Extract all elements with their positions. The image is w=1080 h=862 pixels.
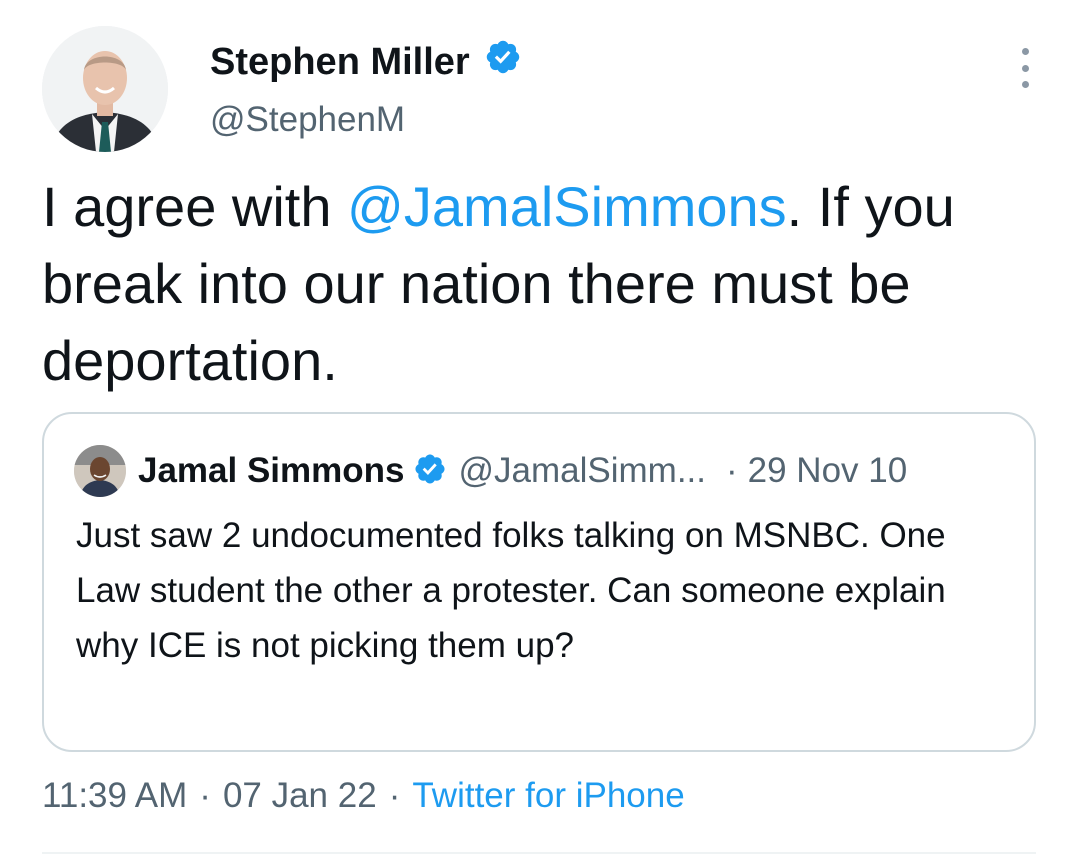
tweet-text-before: I agree with — [42, 175, 348, 238]
quoted-tweet-header: Jamal Simmons @JamalSimm... · 29 Nov 10 — [74, 445, 908, 497]
meta-separator: · — [388, 776, 401, 815]
quoted-tweet-card[interactable]: Jamal Simmons @JamalSimm... · 29 Nov 10 … — [42, 412, 1036, 752]
author-display-name[interactable]: Stephen Miller — [210, 38, 522, 86]
quoted-separator: · — [726, 451, 738, 490]
more-dot — [1021, 81, 1029, 88]
quoted-author-avatar[interactable] — [74, 445, 126, 497]
quoted-tweet-text: Just saw 2 undocumented folks talking on… — [76, 516, 946, 665]
tweet-metadata: 11:39 AM · 07 Jan 22 · Twitter for iPhone — [42, 772, 685, 820]
verified-badge-icon — [413, 452, 447, 491]
tweet-text: I agree with @JamalSimmons. If you break… — [42, 168, 1042, 399]
verified-badge-icon — [484, 38, 522, 86]
quoted-author-handle[interactable]: @JamalSimm... — [459, 451, 707, 491]
meta-separator: · — [199, 776, 211, 815]
author-handle[interactable]: @StephenM — [210, 99, 405, 141]
mention-link[interactable]: @JamalSimmons — [347, 175, 787, 238]
more-dot — [1021, 64, 1029, 72]
author-name-text: Stephen Miller — [210, 41, 470, 83]
author-avatar[interactable] — [42, 26, 168, 152]
tweet-date[interactable]: 07 Jan 22 — [223, 776, 377, 815]
divider — [42, 852, 1036, 854]
tweet-source-link[interactable]: Twitter for iPhone — [412, 776, 684, 815]
quoted-author-name[interactable]: Jamal Simmons — [138, 451, 405, 491]
more-options-icon[interactable] — [1012, 48, 1038, 88]
tweet-time[interactable]: 11:39 AM — [42, 776, 187, 815]
more-dot — [1021, 48, 1029, 55]
quoted-tweet-date[interactable]: 29 Nov 10 — [748, 451, 908, 491]
